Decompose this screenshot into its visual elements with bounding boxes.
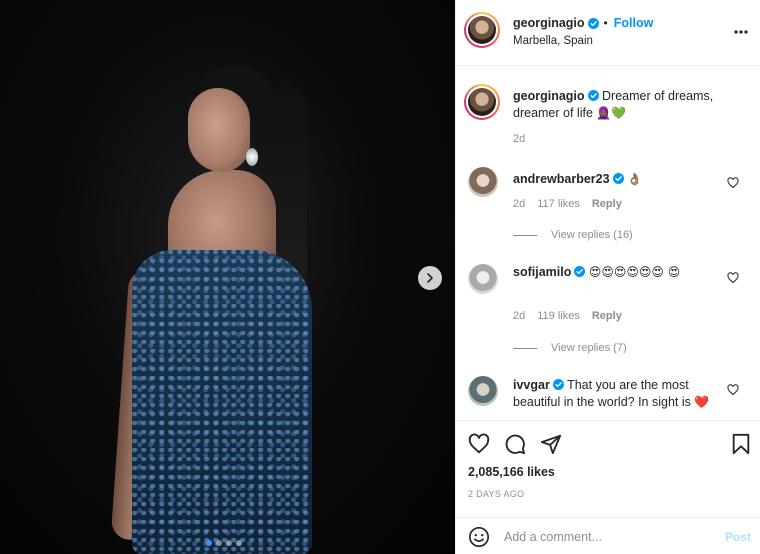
verified-icon [612, 173, 624, 184]
verified-icon [587, 90, 599, 101]
post-actions: 2,085,166 likes 2 DAYS AGO Post [456, 420, 760, 554]
follow-button[interactable]: Follow [614, 16, 654, 30]
reply-button[interactable]: Reply [592, 310, 622, 322]
verified-icon [587, 17, 599, 29]
commenter-avatar[interactable] [468, 264, 498, 294]
comment-meta: 2d 117 likes Reply [513, 198, 622, 210]
caption-text-block: georginagio Dreamer of dreams, dreamer o… [513, 88, 748, 122]
instagram-post-view: georginagio • Follow Marbella, Spain geo… [0, 0, 760, 554]
carousel-dot [206, 540, 212, 546]
view-replies-label: View replies (7) [551, 342, 627, 354]
carousel-next-button[interactable] [418, 266, 442, 290]
heart-icon[interactable] [468, 433, 490, 455]
comment-composer: Post [456, 517, 760, 554]
heart-icon[interactable] [727, 384, 739, 396]
carousel-dot [226, 540, 232, 546]
post-photo[interactable] [0, 0, 455, 554]
author-avatar[interactable] [464, 12, 500, 48]
comment-username[interactable]: ivvgar [513, 378, 550, 392]
view-replies-button[interactable]: View replies (7) [513, 342, 627, 354]
chevron-right-icon [427, 273, 433, 283]
comment-body: andrewbarber23 👌🏽 [513, 171, 713, 188]
photo-face [188, 88, 250, 172]
post-comment-button[interactable]: Post [725, 530, 751, 544]
view-replies-line [513, 234, 537, 236]
author-username[interactable]: georginagio [513, 16, 585, 30]
verified-icon [552, 379, 564, 390]
more-options-button[interactable] [731, 22, 751, 42]
view-replies-line [513, 347, 537, 349]
bookmark-icon[interactable] [730, 433, 752, 455]
caption-avatar[interactable] [464, 84, 500, 120]
share-icon[interactable] [540, 433, 562, 455]
reply-button[interactable]: Reply [592, 198, 622, 210]
caption-emoji: 🧕🏾 [596, 106, 612, 120]
verified-icon [574, 266, 586, 277]
comment-likes[interactable]: 117 likes [537, 198, 580, 210]
comment-input[interactable] [504, 526, 704, 548]
comment-body: ivvgar That you are the most beautiful i… [513, 377, 728, 411]
comment-emoji: ❤️ [694, 395, 710, 409]
comment-emoji: 😍😍😍😍😍😍 😍 [588, 265, 681, 279]
post-header: georginagio • Follow Marbella, Spain [456, 0, 760, 66]
comment-body: sofijamilo 😍😍😍😍😍😍 😍 [513, 264, 713, 281]
comment-meta: 2d 119 likes Reply [513, 310, 622, 322]
view-replies-label: View replies (16) [551, 229, 633, 241]
comment-age: 2d [513, 198, 526, 210]
caption-username[interactable]: georginagio [513, 89, 585, 103]
author-name-line: georginagio • Follow [513, 16, 653, 30]
carousel-indicator [206, 540, 242, 546]
more-options-icon [734, 30, 748, 34]
caption-heart-emoji: 💚 [611, 106, 627, 120]
heart-icon[interactable] [727, 177, 739, 189]
comment-likes[interactable]: 119 likes [537, 310, 580, 322]
heart-icon[interactable] [727, 272, 739, 284]
comment-icon[interactable] [504, 433, 526, 455]
comment-emoji: 👌🏽 [627, 172, 643, 186]
view-replies-button[interactable]: View replies (16) [513, 229, 633, 241]
commenter-avatar[interactable] [468, 167, 498, 197]
photo-earring [246, 148, 258, 166]
post-date[interactable]: 2 DAYS AGO [468, 489, 524, 499]
comment-username[interactable]: andrewbarber23 [513, 172, 610, 186]
caption-age: 2d [513, 133, 526, 145]
comment-item: ivvgar That you are the most beautiful i… [456, 376, 760, 420]
photo-sequin-dress [132, 250, 312, 554]
commenter-avatar[interactable] [468, 376, 498, 406]
carousel-dot [216, 540, 222, 546]
post-location[interactable]: Marbella, Spain [513, 35, 593, 47]
post-side-panel: georginagio • Follow Marbella, Spain geo… [455, 0, 760, 554]
carousel-dot [236, 540, 242, 546]
emoji-icon[interactable] [468, 526, 490, 548]
comment-username[interactable]: sofijamilo [513, 265, 571, 279]
header-separator: • [603, 16, 608, 30]
like-count[interactable]: 2,085,166 likes [468, 465, 555, 479]
comment-age: 2d [513, 310, 526, 322]
